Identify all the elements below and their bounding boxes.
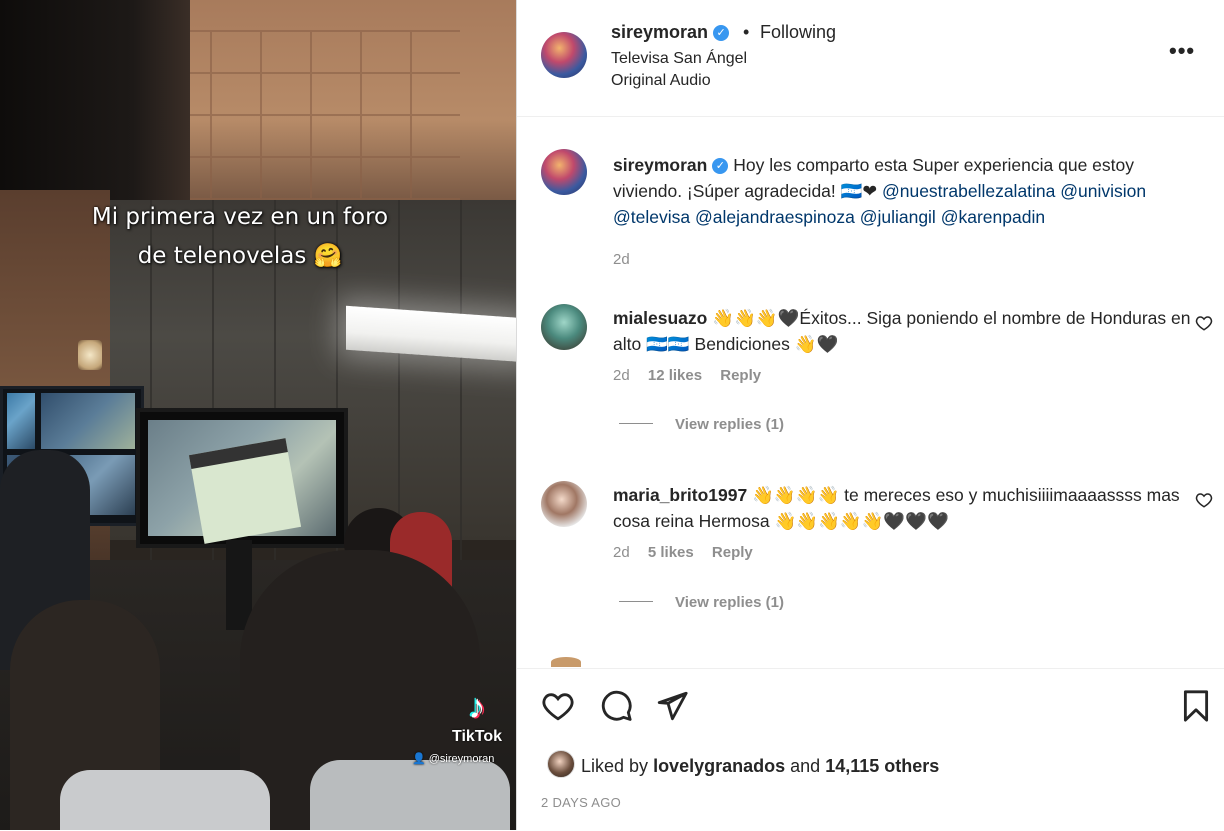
verified-icon: ✓ — [713, 25, 730, 41]
comment-icon[interactable] — [599, 689, 633, 723]
comment-username[interactable]: mialesuazo — [613, 308, 707, 328]
video-tv-screen — [148, 420, 336, 544]
video-caption-line: de telenovelas 🤗 — [137, 243, 343, 269]
comment-avatar[interactable] — [541, 481, 587, 527]
author-username[interactable]: sireymoran ✓ — [611, 22, 730, 43]
caption-username[interactable]: sireymoran — [613, 155, 707, 175]
post-actions — [517, 668, 1224, 831]
liker-avatar[interactable] — [547, 750, 575, 778]
tiktok-brand: TikTok — [451, 728, 503, 745]
tiktok-icon: ♪ — [468, 688, 486, 726]
video-monitor — [41, 393, 135, 449]
audio-link[interactable]: Original Audio — [611, 72, 711, 90]
next-comment-avatar — [551, 657, 581, 667]
comment-text: maria_brito1997 👋👋👋👋 te mereces eso y mu… — [613, 482, 1198, 534]
author-avatar[interactable] — [541, 32, 587, 78]
replies-line — [619, 423, 653, 424]
video-caption-line: Mi primera vez en un foro — [91, 204, 389, 230]
post-date[interactable]: 2 DAYS AGO — [541, 795, 621, 810]
caption-text: sireymoran ✓ Hoy les comparto esta Super … — [613, 152, 1198, 230]
video-curtain — [0, 0, 190, 200]
video-wall-grid — [160, 30, 460, 200]
comment-like-icon[interactable] — [1195, 491, 1213, 509]
comment-like-icon[interactable] — [1195, 314, 1213, 332]
caption-time: 2d — [613, 251, 644, 268]
header-separator: • — [743, 22, 750, 42]
view-replies-label[interactable]: View replies (1) — [675, 416, 784, 433]
likes-count[interactable]: 14,115 others — [825, 756, 939, 776]
likes-prefix: Liked by — [581, 756, 649, 776]
tiktok-watermark: ♪ TikTok — [446, 688, 508, 746]
user-icon: 👤 — [412, 753, 426, 765]
replies-line — [619, 601, 653, 602]
video-clapperboard — [188, 438, 302, 544]
send-icon[interactable] — [655, 689, 689, 723]
heart-icon[interactable] — [541, 689, 575, 723]
likes-middle: and — [790, 756, 821, 776]
mention-link[interactable]: @univision — [1060, 181, 1146, 201]
view-replies-button[interactable]: View replies (1) — [619, 594, 784, 611]
comment-likes[interactable]: 12 likes — [648, 367, 702, 384]
comment-likes[interactable]: 5 likes — [648, 544, 694, 561]
verified-icon: ✓ — [712, 158, 729, 174]
location-link[interactable]: Televisa San Ángel — [611, 50, 747, 68]
more-horizontal-icon[interactable]: ••• — [1169, 38, 1195, 64]
video-tv — [136, 408, 348, 548]
mention-link[interactable]: @alejandraespinoza — [695, 207, 855, 227]
mention-link[interactable]: @televisa — [613, 207, 690, 227]
mention-link[interactable]: @karenpadin — [941, 207, 1045, 227]
likes-user[interactable]: lovelygranados — [653, 756, 785, 776]
instagram-post-view: Mi primera vez en un foro de telenovelas… — [0, 0, 1224, 830]
reply-button[interactable]: Reply — [720, 367, 761, 384]
post-header: sireymoran ✓ • Following Televisa San Áng… — [517, 0, 1224, 117]
video-monitor — [7, 393, 35, 449]
comment-meta: 2d 12 likes Reply — [613, 367, 775, 384]
comment-username[interactable]: maria_brito1997 — [613, 485, 747, 505]
tiktok-user: 👤 @sireymoran — [412, 752, 516, 765]
caption-timestamp[interactable]: 2d — [613, 251, 630, 268]
post-video[interactable]: Mi primera vez en un foro de telenovelas… — [0, 0, 516, 830]
video-chair — [60, 770, 270, 830]
author-username-text[interactable]: sireymoran — [611, 22, 708, 42]
comment-text: mialesuazo 👋👋👋🖤Éxitos... Siga poniendo e… — [613, 305, 1198, 357]
post-sidebar: sireymoran ✓ • Following Televisa San Áng… — [516, 0, 1224, 830]
comments-section[interactable]: sireymoran ✓ Hoy les comparto esta Super … — [517, 117, 1224, 667]
tiktok-username: @sireymoran — [428, 753, 495, 765]
video-caption: Mi primera vez en un foro de telenovelas… — [0, 198, 480, 276]
view-replies-label[interactable]: View replies (1) — [675, 594, 784, 611]
video-lamp — [78, 340, 102, 370]
comment-meta: 2d 5 likes Reply — [613, 544, 767, 561]
following-button[interactable]: Following — [760, 22, 836, 43]
mention-link[interactable]: @juliangil — [860, 207, 936, 227]
comment-avatar[interactable] — [541, 304, 587, 350]
bookmark-icon[interactable] — [1179, 689, 1213, 723]
comment-time[interactable]: 2d — [613, 544, 630, 561]
caption-avatar[interactable] — [541, 149, 587, 195]
likes-summary[interactable]: Liked by lovelygranados and 14,115 other… — [581, 756, 939, 777]
reply-button[interactable]: Reply — [712, 544, 753, 561]
video-chair — [310, 760, 510, 830]
comment-time[interactable]: 2d — [613, 367, 630, 384]
mention-link[interactable]: @nuestrabellezalatina — [882, 181, 1055, 201]
view-replies-button[interactable]: View replies (1) — [619, 416, 784, 433]
